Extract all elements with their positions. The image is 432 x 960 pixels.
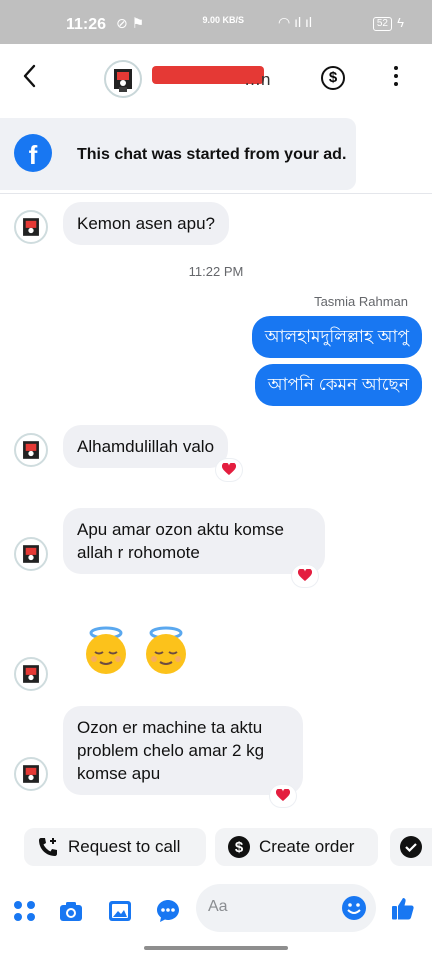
svg-text:$: $ xyxy=(235,839,244,856)
heart-icon xyxy=(276,789,290,801)
check-circle-icon xyxy=(400,836,422,858)
page-logo-icon xyxy=(23,545,39,563)
sender-avatar[interactable] xyxy=(14,210,48,244)
page-logo-icon xyxy=(23,218,39,236)
sender-avatar[interactable] xyxy=(14,433,48,467)
sender-avatar[interactable] xyxy=(14,657,48,691)
incoming-message[interactable]: Alhamdulillah valo xyxy=(63,425,229,468)
status-time: 11:26 xyxy=(66,16,107,33)
phone-add-icon xyxy=(39,838,57,856)
wifi-icon: ◠ ıl ıl xyxy=(278,14,312,30)
heart-icon xyxy=(298,569,312,581)
back-arrow-icon xyxy=(23,64,36,88)
incoming-message[interactable]: Apu amar ozon aktu komse allah r rohomot… xyxy=(63,508,325,574)
home-indicator xyxy=(144,946,288,950)
create-order-label: Create order xyxy=(259,837,355,856)
heart-reaction[interactable] xyxy=(216,459,242,481)
ad-origin-text: This chat was started from your ad. xyxy=(77,146,347,163)
sender-avatar[interactable] xyxy=(14,757,48,791)
contact-avatar[interactable] xyxy=(104,60,142,98)
page-logo-icon xyxy=(23,441,39,459)
facebook-icon: f xyxy=(14,134,52,172)
sender-avatar[interactable] xyxy=(14,537,48,571)
incoming-message[interactable]: Ozon er machine ta aktu problem chelo am… xyxy=(63,706,303,795)
charging-icon: ϟ xyxy=(397,15,404,30)
dollar-circle-icon: $ xyxy=(228,836,250,858)
incoming-message[interactable]: Kemon asen apu? xyxy=(63,202,229,245)
contact-name-tail: …n xyxy=(244,70,271,89)
sender-name-label: Tasmia Rahman xyxy=(314,294,408,309)
page-logo-icon xyxy=(114,69,132,92)
heart-icon xyxy=(222,463,236,475)
request-call-label: Request to call xyxy=(68,837,181,856)
network-speed: 9.00 KB/S xyxy=(202,15,244,25)
chat-header: …n $ xyxy=(0,44,432,116)
page-logo-icon xyxy=(23,665,39,683)
status-icons: ⊘ ⚑ xyxy=(116,15,145,31)
more-actions-chip[interactable] xyxy=(390,828,432,866)
status-bar: 11:26 ⊘ ⚑ 9.00 KB/S ◠ ıl ıl 52 ϟ xyxy=(0,0,432,44)
more-options-button[interactable] xyxy=(390,66,402,92)
heart-reaction[interactable] xyxy=(270,785,296,807)
battery-indicator: 52 xyxy=(372,17,392,31)
message-timestamp: 11:22 PM xyxy=(188,264,244,279)
message-input[interactable]: Aa xyxy=(196,884,376,932)
outgoing-message[interactable]: আলহামদুলিল্লাহ আপু xyxy=(251,316,422,358)
gallery-icon[interactable] xyxy=(107,898,133,924)
ad-origin-banner: f This chat was started from your ad. xyxy=(0,118,356,190)
apps-menu-icon[interactable] xyxy=(12,898,38,924)
emoji-icon[interactable] xyxy=(341,895,367,921)
divider xyxy=(0,193,432,194)
create-order-chip[interactable]: $ Create order xyxy=(215,828,378,866)
camera-icon[interactable] xyxy=(58,898,84,924)
thumbs-up-icon[interactable] xyxy=(390,896,416,922)
page-logo-icon xyxy=(23,765,39,783)
request-call-chip[interactable]: Request to call xyxy=(24,828,206,866)
relieved-halo-emoji-icon[interactable] xyxy=(80,624,132,676)
message-input-placeholder: Aa xyxy=(208,898,228,915)
heart-reaction[interactable] xyxy=(292,565,318,587)
voice-chat-icon[interactable] xyxy=(155,898,181,924)
relieved-halo-emoji-icon[interactable] xyxy=(140,624,192,676)
back-button[interactable] xyxy=(22,64,50,94)
outgoing-message[interactable]: আপনি কেমন আছেন xyxy=(254,364,422,406)
payment-button[interactable]: $ xyxy=(321,66,345,90)
